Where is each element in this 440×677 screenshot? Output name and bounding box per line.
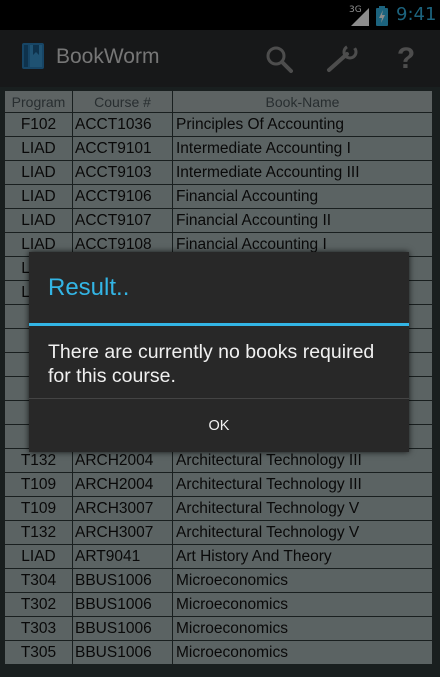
ok-button[interactable]: OK xyxy=(29,399,409,452)
result-dialog: Result.. There are currently no books re… xyxy=(29,252,409,452)
dialog-message: There are currently no books required fo… xyxy=(48,341,375,387)
dialog-title: Result.. xyxy=(48,274,130,301)
dialog-title-divider xyxy=(29,323,409,326)
